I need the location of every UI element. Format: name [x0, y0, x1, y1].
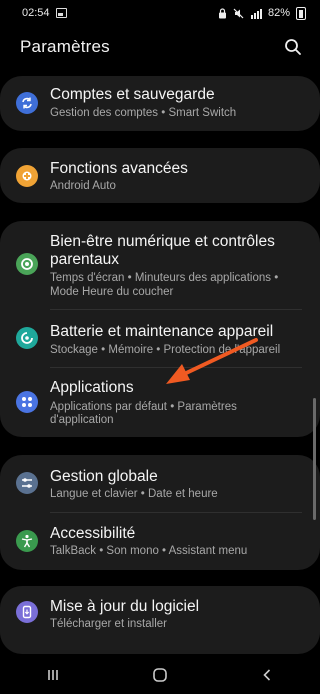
settings-group-software: Mise à jour du logiciel Télécharger et i… [0, 586, 320, 654]
settings-item-battery-care[interactable]: Batterie et maintenance appareil Stockag… [0, 310, 320, 366]
mute-icon [233, 8, 244, 18]
item-subtitle: Android Auto [50, 180, 116, 192]
clock: 02:54 [22, 7, 50, 19]
item-title: Accessibilité [50, 525, 136, 542]
sync-icon [16, 92, 38, 114]
item-title: Applications [50, 379, 134, 396]
item-subtitle: Langue et clavier • Date et heure [50, 488, 218, 500]
item-subtitle-line-1: Temps d'écran • Minuteurs des applicatio… [50, 272, 279, 284]
lock-icon [218, 7, 226, 18]
settings-group-advanced: Fonctions avancées Android Auto [0, 148, 320, 203]
item-subtitle: TalkBack • Son mono • Assistant menu [50, 545, 248, 557]
recent-apps-button[interactable] [23, 660, 83, 690]
plus-gear-icon [16, 165, 38, 187]
accessibility-icon [16, 530, 38, 552]
signal-icon [250, 8, 262, 19]
home-icon [153, 668, 167, 682]
item-title-line-2: parentaux [50, 251, 119, 268]
settings-item-advanced-features[interactable]: Fonctions avancées Android Auto [0, 148, 320, 203]
settings-item-applications[interactable]: Applications Applications par défaut • P… [0, 368, 320, 437]
home-button[interactable] [130, 660, 190, 690]
back-icon [263, 669, 270, 681]
item-subtitle-line-1: Applications par défaut • Paramètres [50, 401, 237, 413]
settings-item-general-management[interactable]: Gestion globale Langue et clavier • Date… [0, 455, 320, 512]
settings-item-accessibility[interactable]: Accessibilité TalkBack • Son mono • Assi… [0, 513, 320, 570]
settings-group-accounts: Comptes et sauvegarde Gestion des compte… [0, 76, 320, 131]
item-subtitle-line-2: d'application [50, 414, 114, 426]
item-title: Gestion globale [50, 468, 158, 485]
navigation-bar [0, 656, 320, 694]
item-title: Comptes et sauvegarde [50, 86, 215, 103]
search-icon [285, 39, 301, 55]
settings-item-accounts-backup[interactable]: Comptes et sauvegarde Gestion des compte… [0, 76, 320, 131]
item-subtitle-line-2: Mode Heure du coucher [50, 286, 174, 298]
back-button[interactable] [237, 660, 297, 690]
item-subtitle: Stockage • Mémoire • Protection de l'app… [50, 344, 281, 356]
settings-item-software-update[interactable]: Mise à jour du logiciel Télécharger et i… [0, 586, 320, 654]
scrollbar-thumb[interactable] [313, 398, 316, 520]
recents-icon [48, 670, 59, 680]
item-title: Batterie et maintenance appareil [50, 323, 274, 340]
settings-group-device: Bien-être numérique et contrôles parenta… [0, 221, 320, 437]
settings-group-general: Gestion globale Langue et clavier • Date… [0, 455, 320, 570]
page-title: Paramètres [20, 37, 110, 56]
battery-percent: 82% [267, 7, 290, 19]
header: Paramètres [0, 32, 320, 62]
wellbeing-icon [16, 253, 38, 275]
software-update-icon [16, 601, 38, 623]
item-subtitle: Gestion des comptes • Smart Switch [50, 107, 237, 119]
settings-item-digital-wellbeing[interactable]: Bien-être numérique et contrôles parenta… [0, 221, 320, 309]
item-subtitle: Télécharger et installer [50, 618, 167, 630]
status-bar: 02:54 82% [0, 0, 320, 26]
battery-icon [296, 6, 306, 20]
item-title: Mise à jour du logiciel [50, 598, 200, 615]
item-title-line-1: Bien-être numérique et contrôles [50, 233, 275, 250]
search-button[interactable] [284, 38, 302, 56]
device-care-icon [16, 327, 38, 349]
gallery-notification-icon [55, 8, 67, 18]
apps-grid-icon [16, 391, 38, 413]
sliders-icon [16, 472, 38, 494]
item-title: Fonctions avancées [50, 160, 188, 177]
